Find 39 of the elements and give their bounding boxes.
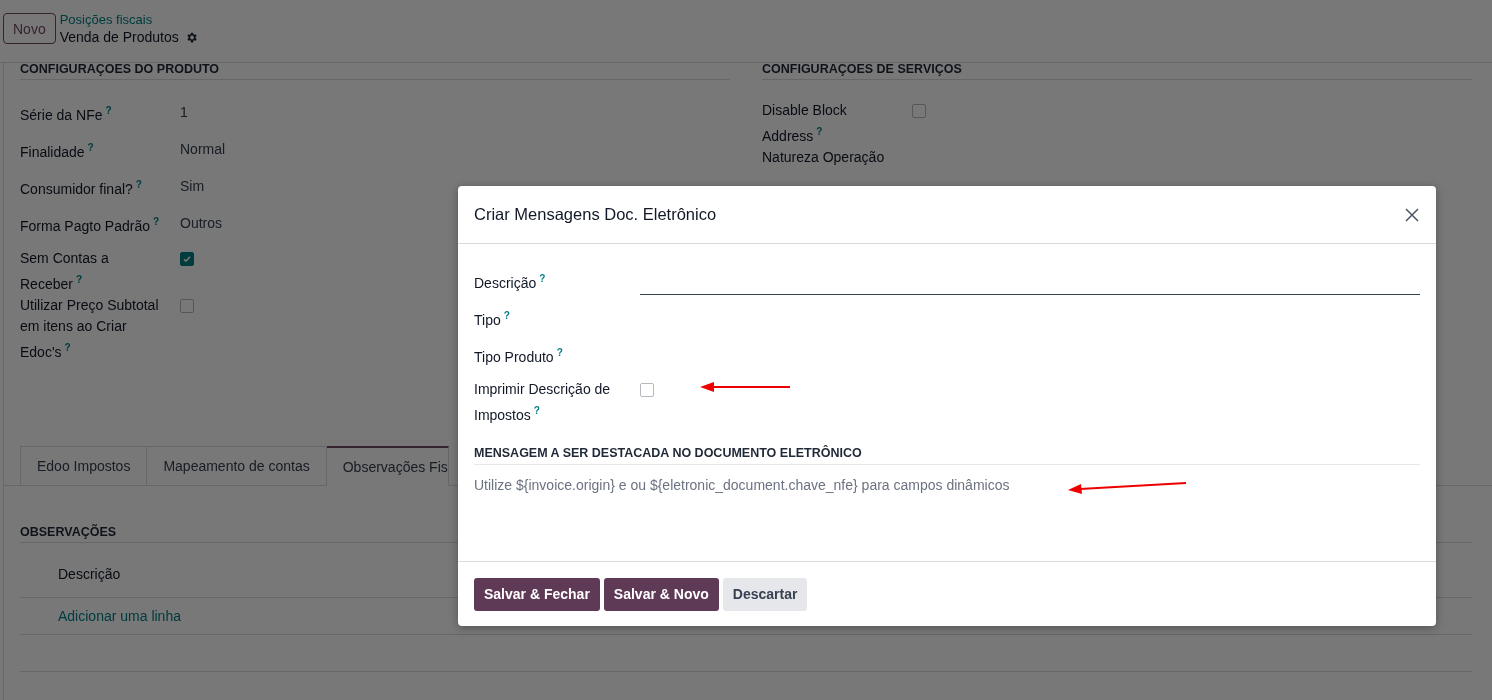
arrow-icon [700, 382, 790, 392]
dialog-title: Criar Mensagens Doc. Eletrônico [474, 205, 717, 224]
field-label: Tipo Produto $^{?}$ [474, 346, 564, 367]
field-value: Outros [180, 214, 222, 233]
field-label: Natureza Operação [762, 147, 886, 167]
breadcrumb-link[interactable]: Posições fiscais [59, 12, 198, 28]
field-label: Finalidade $^{?}$ [20, 141, 95, 162]
tab[interactable]: Mapeamento de contas [147, 446, 327, 486]
check-icon [182, 254, 192, 264]
field-label: Tipo $^{?}$ [474, 309, 511, 330]
discard-button[interactable]: Descartar [722, 577, 808, 611]
section-title: CONFIGURAÇOES DO PRODUTO [20, 62, 730, 80]
checkbox[interactable] [912, 104, 926, 118]
checkbox[interactable] [640, 383, 654, 397]
checkbox[interactable] [180, 252, 194, 266]
arrow-icon [1068, 482, 1186, 494]
add-line-link[interactable]: Adicionar uma linha [58, 608, 181, 624]
field-value: 1 [180, 103, 188, 122]
field-value: Sim [180, 177, 205, 196]
close-button[interactable] [1404, 206, 1420, 223]
field-label: Série da NFe $^{?}$ [20, 104, 113, 125]
tab[interactable]: Edoo Impostos [20, 446, 148, 486]
section-title: MENSAGEM A SER DESTACADA NO DOCUMENTO ELETRÔNICO [474, 433, 1420, 465]
field-label: Forma Pagto Padrão $^{?}$ [20, 215, 161, 236]
save-button[interactable]: Salvar & Novo [603, 577, 719, 611]
checkbox[interactable] [180, 298, 194, 313]
tab[interactable]: Observações Fis [326, 446, 449, 486]
field-label: Disable Block Address $^{?}$ [762, 101, 848, 146]
field-label: Imprimir Descrição de Impostos $^{?}$ [474, 380, 612, 425]
column-header: Descrição [58, 566, 121, 582]
field-label: Descrição $^{?}$ [474, 272, 547, 293]
field-label: Consumidor final? $^{?}$ [20, 178, 143, 199]
new-button[interactable]: Novo [3, 13, 56, 44]
record-title: Venda de Produtos [59, 28, 179, 46]
save-button[interactable]: Salvar & Fechar [474, 577, 600, 611]
field-value: Normal [180, 140, 226, 159]
field-label: Utilizar Preço Subtotal em itens ao Criar Edoc's $^{?}$ [20, 295, 160, 362]
field-label: Sem Contas a Receber $^{?}$ [20, 249, 110, 294]
section-title: CONFIGURAÇOES DE SERVIÇOS [762, 62, 1472, 80]
